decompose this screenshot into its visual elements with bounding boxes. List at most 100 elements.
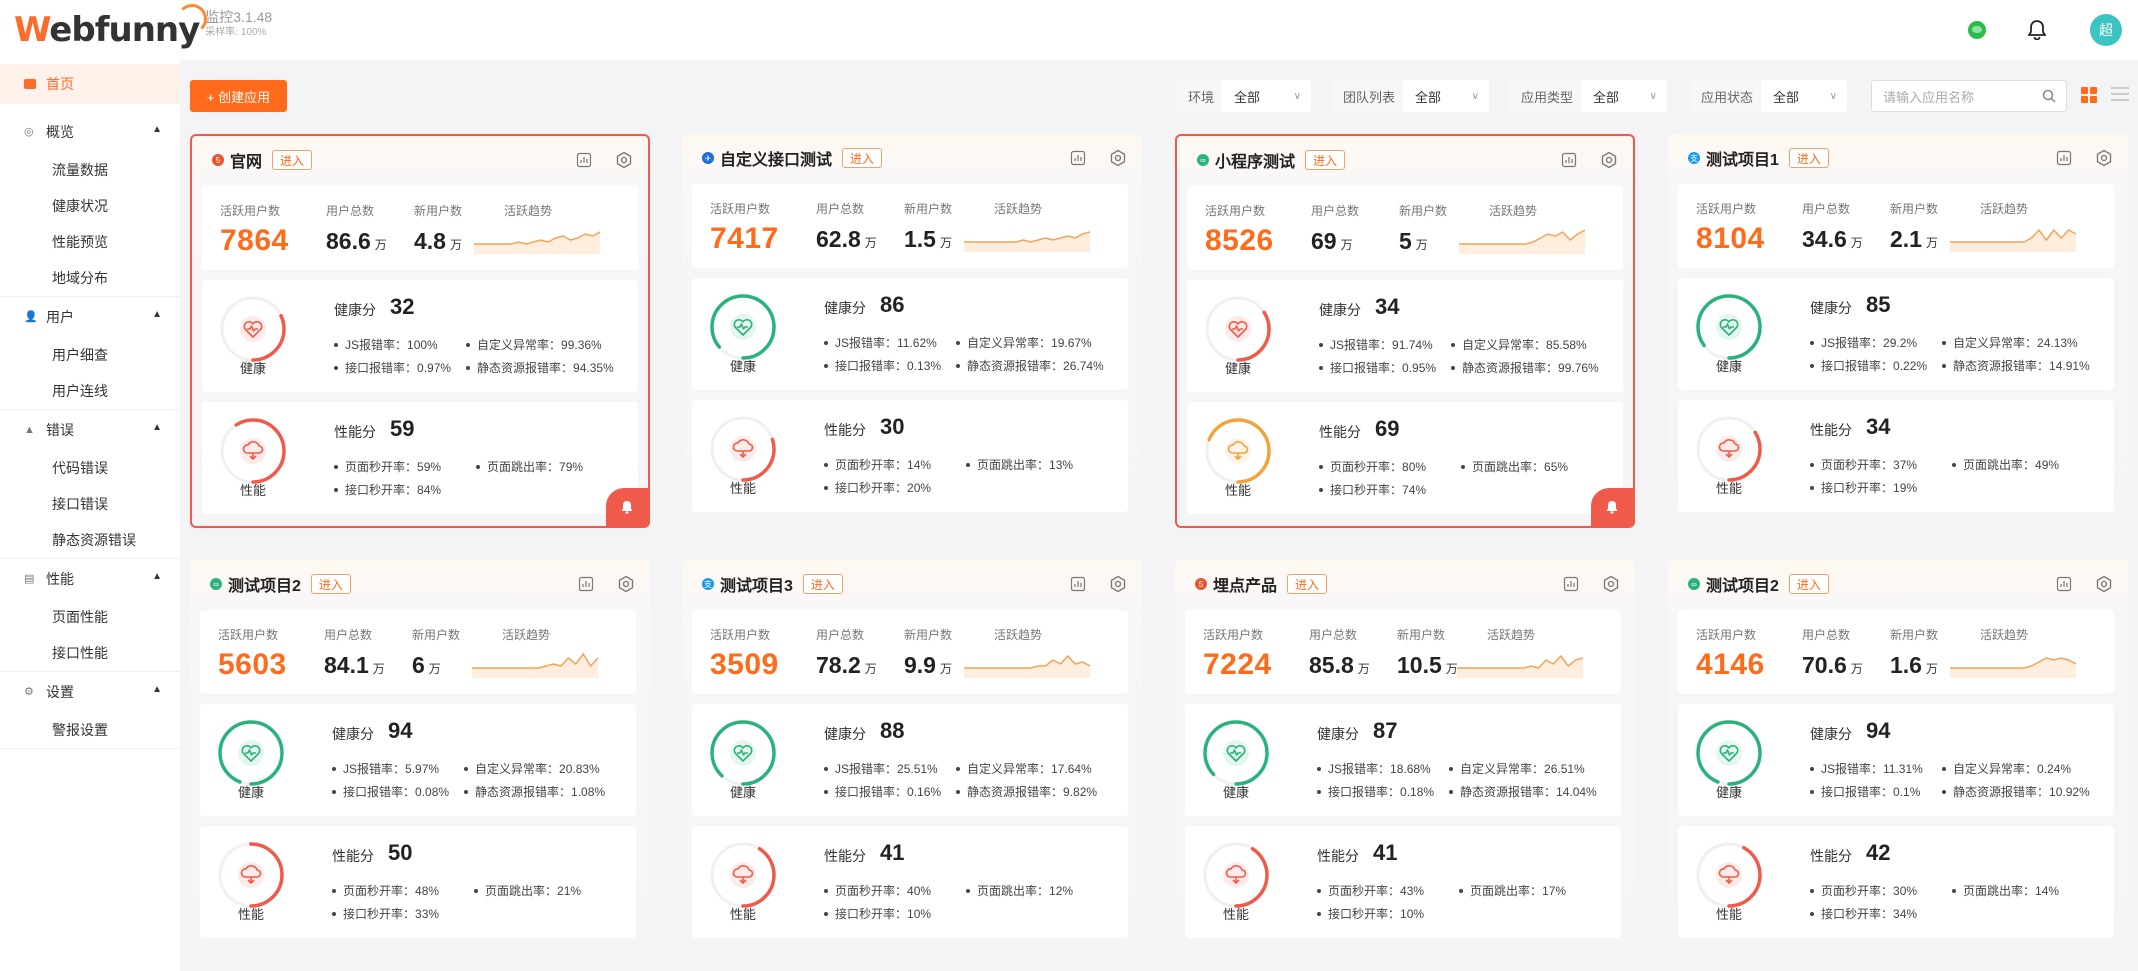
sidebar-group-errors[interactable]: ▲ 错误 ▲ bbox=[0, 410, 180, 450]
performance-label: 性能 bbox=[239, 483, 266, 498]
filter-app-type[interactable]: 应用类型 全部 ∨ bbox=[1510, 80, 1667, 112]
performance-panel: 性能 性能分 69 页面秒开率： 80% 页面跳出率： 65% 接口秒开率： 74% bbox=[1187, 402, 1623, 514]
metric-value: 12% bbox=[1049, 883, 1074, 898]
enter-button[interactable]: 进入 bbox=[802, 574, 843, 594]
metric-label: 页面秒开率： bbox=[835, 458, 908, 472]
filter-environment[interactable]: 环境 全部 ∨ bbox=[1177, 80, 1311, 112]
gear-icon[interactable] bbox=[1599, 150, 1619, 170]
logo[interactable]: Webfunny bbox=[14, 4, 208, 50]
list-view-icon[interactable] bbox=[2111, 87, 2129, 103]
new-users-label: 新用户数 bbox=[412, 628, 461, 642]
chart-icon[interactable] bbox=[574, 150, 594, 170]
filter-team[interactable]: 团队列表 全部 ∨ bbox=[1332, 80, 1489, 112]
sidebar-group-settings[interactable]: ⚙ 设置 ▲ bbox=[0, 672, 180, 712]
sidebar-item-api-errors[interactable]: 接口错误 bbox=[0, 486, 180, 522]
sidebar-item-static-errors[interactable]: 静态资源错误 bbox=[0, 522, 180, 558]
search-icon[interactable] bbox=[2042, 89, 2056, 106]
sidebar-item-code-errors[interactable]: 代码错误 bbox=[0, 450, 180, 486]
user-avatar[interactable]: 超 bbox=[2090, 14, 2122, 46]
health-label: 健康 bbox=[1224, 361, 1251, 376]
app-card[interactable]: ✈ 自定义接口测试 进入 活跃用户数 用户总数 新用户数 活跃趋势 7417 6… bbox=[682, 134, 1142, 528]
health-panel: 健康 健康分 85 JS报错率： 29.2% 自定义异常率： 24.13% 接口报错… bbox=[1678, 278, 2114, 390]
gear-icon[interactable] bbox=[2094, 574, 2114, 594]
enter-button[interactable]: 进入 bbox=[272, 150, 313, 170]
performance-gauge bbox=[710, 416, 776, 482]
wechat-icon[interactable] bbox=[1968, 21, 1986, 39]
active-users-value: 5603 bbox=[218, 648, 287, 681]
new-users-label: 新用户数 bbox=[1399, 204, 1448, 218]
app-card[interactable]: ∞ 测试项目2 进入 活跃用户数 用户总数 新用户数 活跃趋势 4146 70.… bbox=[1668, 560, 2128, 954]
sidebar-group-overview[interactable]: ◎ 概览 ▲ bbox=[0, 112, 180, 152]
app-card[interactable]: 5 埋点产品 进入 活跃用户数 用户总数 新用户数 活跃趋势 7224 85.8… bbox=[1175, 560, 1635, 954]
health-panel: 健康 健康分 94 JS报错率： 11.31% 自定义异常率： 0.24% 接口报错… bbox=[1678, 704, 2114, 816]
notification-bell-icon[interactable] bbox=[2026, 19, 2048, 41]
chart-icon[interactable] bbox=[2054, 574, 2074, 594]
enter-button[interactable]: 进入 bbox=[842, 148, 883, 168]
perf-score-value: 50 bbox=[388, 840, 413, 865]
chart-icon[interactable] bbox=[1559, 150, 1579, 170]
stats-panel: 活跃用户数 用户总数 新用户数 活跃趋势 8104 34.6 万 2.1 万 bbox=[1678, 184, 2114, 268]
gear-icon[interactable] bbox=[2094, 148, 2114, 168]
total-users-label: 用户总数 bbox=[326, 204, 375, 218]
enter-button[interactable]: 进入 bbox=[1788, 148, 1829, 168]
sidebar-item-health[interactable]: 健康状况 bbox=[0, 188, 180, 224]
chart-icon[interactable] bbox=[576, 574, 596, 594]
metric-value: 5.97% bbox=[405, 761, 440, 776]
app-card[interactable]: ∞ 测试项目2 进入 活跃用户数 用户总数 新用户数 活跃趋势 5603 84.… bbox=[190, 560, 650, 954]
metric-label: 页面跳出率： bbox=[1470, 884, 1543, 898]
chart-icon[interactable] bbox=[1561, 574, 1581, 594]
perf-score-label: 性能分 bbox=[1319, 424, 1361, 440]
filter-value: 全部 bbox=[1415, 89, 1442, 105]
enter-button[interactable]: 进入 bbox=[310, 574, 351, 594]
filter-app-status[interactable]: 应用状态 全部 ∨ bbox=[1690, 80, 1847, 112]
create-app-button[interactable]: + 创建应用 bbox=[190, 80, 287, 112]
enter-button[interactable]: 进入 bbox=[1788, 574, 1829, 594]
total-users-label: 用户总数 bbox=[324, 628, 373, 642]
gear-icon[interactable] bbox=[1108, 148, 1128, 168]
sidebar-item-api-perf[interactable]: 接口性能 bbox=[0, 635, 180, 671]
performance-label: 性能 bbox=[1224, 483, 1251, 498]
health-gauge bbox=[1203, 720, 1269, 786]
chart-icon[interactable] bbox=[2054, 148, 2074, 168]
sidebar-group-users[interactable]: 👤 用户 ▲ bbox=[0, 297, 180, 337]
metric-value: 25.51% bbox=[897, 761, 938, 776]
health-score-label: 健康分 bbox=[1317, 726, 1359, 742]
unit-wan: 万 bbox=[864, 662, 877, 676]
sample-rate-label: 采样率: bbox=[205, 27, 239, 38]
gear-icon[interactable] bbox=[1108, 574, 1128, 594]
chart-icon[interactable] bbox=[1068, 148, 1088, 168]
chart-icon[interactable] bbox=[1068, 574, 1088, 594]
enter-button[interactable]: 进入 bbox=[1287, 574, 1328, 594]
sidebar-item-page-perf[interactable]: 页面性能 bbox=[0, 599, 180, 635]
sidebar-item-traffic[interactable]: 流量数据 bbox=[0, 152, 180, 188]
app-name: 埋点产品 bbox=[1213, 578, 1278, 595]
grid-view-icon[interactable] bbox=[2081, 87, 2097, 103]
search-input[interactable]: 请输入应用名称 bbox=[1871, 80, 2067, 112]
total-users-value: 69 bbox=[1311, 228, 1337, 254]
enter-button[interactable]: 进入 bbox=[1305, 150, 1346, 170]
sidebar-group-performance[interactable]: ▤ 性能 ▲ bbox=[0, 559, 180, 599]
unit-wan: 万 bbox=[1925, 236, 1938, 250]
metric-label: 页面秒开率： bbox=[343, 884, 416, 898]
gear-icon[interactable] bbox=[1601, 574, 1621, 594]
app-card[interactable]: 支 测试项目1 进入 活跃用户数 用户总数 新用户数 活跃趋势 8104 34.… bbox=[1668, 134, 2128, 528]
app-card[interactable]: 支 测试项目3 进入 活跃用户数 用户总数 新用户数 活跃趋势 3509 78.… bbox=[682, 560, 1142, 954]
metric-label: 自定义异常率： bbox=[1953, 336, 2038, 350]
js-error-rate: JS报错率： 11.62% bbox=[824, 334, 937, 351]
gear-icon[interactable] bbox=[614, 150, 634, 170]
page-open-rate: 页面秒开率： 14% bbox=[824, 456, 931, 473]
alert-corner-badge[interactable] bbox=[606, 488, 648, 526]
static-error-rate: 静态资源报错率： 99.76% bbox=[1451, 359, 1599, 376]
sidebar-item-perf-preview[interactable]: 性能预览 bbox=[0, 224, 180, 260]
alert-corner-badge[interactable] bbox=[1591, 488, 1633, 526]
sidebar-item-home[interactable]: 首页 bbox=[0, 64, 180, 104]
sidebar-item-alert-settings[interactable]: 警报设置 bbox=[0, 712, 180, 748]
app-card[interactable]: ∞ 小程序测试 进入 活跃用户数 用户总数 新用户数 活跃趋势 8526 69 万… bbox=[1175, 134, 1635, 528]
sidebar-item-region[interactable]: 地域分布 bbox=[0, 260, 180, 296]
app-card-header: 支 测试项目1 进入 bbox=[1668, 134, 2128, 182]
metric-value: 79% bbox=[559, 459, 584, 474]
app-card[interactable]: 5 官网 进入 活跃用户数 用户总数 新用户数 活跃趋势 7864 86.6 万 … bbox=[190, 134, 650, 528]
gear-icon[interactable] bbox=[616, 574, 636, 594]
sidebar-item-user-connect[interactable]: 用户连线 bbox=[0, 373, 180, 409]
sidebar-item-user-detail[interactable]: 用户细查 bbox=[0, 337, 180, 373]
